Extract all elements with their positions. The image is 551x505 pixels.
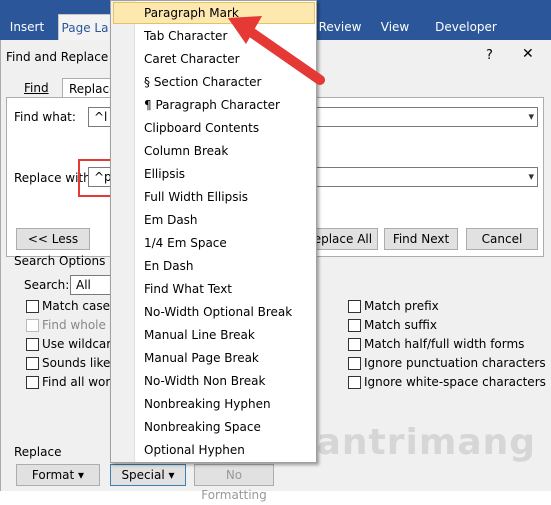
close-icon[interactable]: ✕	[522, 46, 534, 62]
find-what-value: ^l	[94, 110, 108, 124]
match-suffix-label: Match suffix	[364, 318, 437, 332]
ignore-punctuation-label: Ignore punctuation characters	[364, 356, 546, 370]
sounds-like-checkbox[interactable]	[26, 357, 39, 370]
menu-item-column-break[interactable]: Column Break	[144, 140, 228, 162]
menu-item-paragraph-character[interactable]: ¶ Paragraph Character	[144, 94, 280, 116]
caret-down-icon: ▾	[78, 468, 85, 482]
match-half-full-width-checkbox[interactable]	[348, 338, 361, 351]
special-button[interactable]: Special ▾	[110, 464, 186, 486]
use-wildcards-checkbox[interactable]	[26, 338, 39, 351]
match-prefix-label: Match prefix	[364, 299, 439, 313]
ribbon-tab-insert[interactable]: Insert	[0, 14, 54, 40]
search-direction-value: All	[76, 278, 91, 292]
search-options-label: Search Options	[14, 254, 106, 268]
match-case-checkbox[interactable]	[26, 300, 39, 313]
ignore-whitespace-checkbox[interactable]	[348, 376, 361, 389]
ribbon-tab-view[interactable]: View	[373, 14, 417, 40]
cancel-button[interactable]: Cancel	[466, 228, 538, 250]
find-what-label: Find what:	[14, 110, 76, 124]
menu-item-no-width-non-break[interactable]: No-Width Non Break	[144, 370, 265, 392]
match-prefix-checkbox[interactable]	[348, 300, 361, 313]
menu-item-nonbreaking-hyphen[interactable]: Nonbreaking Hyphen	[144, 393, 271, 415]
menu-item-en-dash[interactable]: En Dash	[144, 255, 193, 277]
ignore-punctuation-checkbox[interactable]	[348, 357, 361, 370]
format-label: Format	[31, 468, 75, 482]
chevron-down-icon[interactable]: ▾	[528, 168, 534, 186]
help-button[interactable]: ?	[486, 48, 493, 63]
format-button[interactable]: Format ▾	[16, 464, 100, 486]
menu-item-em-dash[interactable]: Em Dash	[144, 209, 198, 231]
ribbon-tab-page-layout[interactable]: Page La	[58, 14, 112, 40]
search-label: Search:	[24, 278, 70, 292]
ignore-whitespace-label: Ignore white-space characters	[364, 375, 546, 389]
match-suffix-checkbox[interactable]	[348, 319, 361, 332]
menu-item-tab-character[interactable]: Tab Character	[144, 25, 227, 47]
no-formatting-button: No Formatting	[194, 464, 274, 502]
dialog-title: Find and Replace	[6, 50, 109, 64]
find-all-word-forms-checkbox[interactable]	[26, 376, 39, 389]
menu-item-manual-line-break[interactable]: Manual Line Break	[144, 324, 255, 346]
menu-item-find-what-text[interactable]: Find What Text	[144, 278, 232, 300]
menu-item-no-width-optional-break[interactable]: No-Width Optional Break	[144, 301, 292, 323]
watermark-text: uantrimang	[290, 422, 537, 463]
find-whole-words-checkbox	[26, 319, 39, 332]
menu-item-manual-page-break[interactable]: Manual Page Break	[144, 347, 259, 369]
menu-item-ellipsis[interactable]: Ellipsis	[144, 163, 185, 185]
replace-section-label: Replace	[14, 445, 62, 459]
match-case-label: Match case	[42, 299, 111, 313]
find-next-button[interactable]: Find Next	[384, 228, 458, 250]
less-button[interactable]: << Less	[16, 228, 90, 250]
menu-item-nonbreaking-space[interactable]: Nonbreaking Space	[144, 416, 261, 438]
annotation-arrow-icon	[228, 16, 325, 85]
menu-icon-gutter	[111, 1, 135, 462]
special-label: Special	[121, 468, 165, 482]
chevron-down-icon[interactable]: ▾	[528, 108, 534, 126]
menu-item-full-width-ellipsis[interactable]: Full Width Ellipsis	[144, 186, 248, 208]
tab-find-label: Find	[24, 81, 49, 95]
menu-item-clipboard-contents[interactable]: Clipboard Contents	[144, 117, 259, 139]
ribbon-tab-developer[interactable]: Developer	[428, 14, 504, 40]
tab-find[interactable]: Find	[18, 78, 55, 98]
menu-item-quarter-em-space[interactable]: 1/4 Em Space	[144, 232, 227, 254]
caret-down-icon: ▾	[168, 468, 175, 482]
menu-item-optional-hyphen[interactable]: Optional Hyphen	[144, 439, 245, 461]
tab-replace[interactable]: Replace	[62, 78, 116, 98]
match-half-full-width-label: Match half/full width forms	[364, 337, 525, 351]
